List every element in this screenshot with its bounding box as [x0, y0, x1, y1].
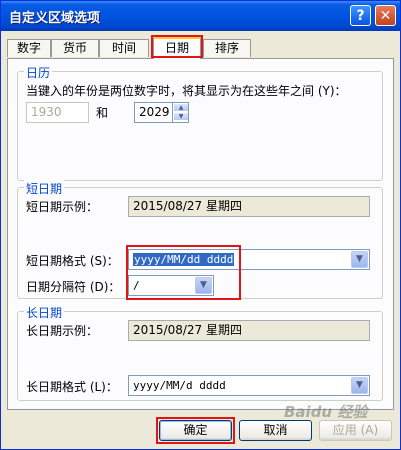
cancel-button[interactable]: 取消: [239, 420, 312, 441]
chevron-down-icon[interactable]: ▼: [351, 377, 368, 394]
close-icon: ✕: [379, 7, 392, 24]
title-bar[interactable]: 自定义区域选项 ? ✕: [1, 1, 400, 31]
close-button[interactable]: ✕: [375, 5, 396, 26]
short-date-sample-field: 2015/08/27 星期四: [128, 196, 370, 217]
date-separator-label: 日期分隔符 (D)：: [26, 280, 121, 294]
calendar-group: 日历 当键入的年份是两位数字时，将其显示为在这些年之间 (Y)： 1930 和 …: [17, 64, 383, 181]
help-icon: ?: [356, 7, 365, 24]
short-date-format-label: 短日期格式 (S)：: [26, 254, 119, 268]
format-highlight-box: [126, 245, 241, 300]
window-title: 自定义区域选项: [9, 11, 101, 26]
year-spin-buttons[interactable]: ▲ ▼: [172, 103, 188, 122]
long-date-sample-field: 2015/08/27 星期四: [128, 320, 370, 341]
from-year-field: 1930: [26, 102, 89, 123]
chevron-down-icon[interactable]: ▼: [351, 251, 368, 268]
tab-panel-date: 日历 当键入的年份是两位数字时，将其显示为在这些年之间 (Y)： 1930 和 …: [7, 58, 394, 410]
short-date-group-title: 短日期: [24, 180, 65, 197]
tab-sort[interactable]: 排序: [203, 39, 251, 57]
dialog-window: 自定义区域选项 ? ✕ 数字 货币 时间 日期 排序 日历 当键入的年份是两位数…: [0, 0, 401, 450]
long-date-group: 长日期 长日期示例： 2015/08/27 星期四 长日期格式 (L)： yyy…: [17, 304, 383, 401]
and-label: 和: [96, 106, 109, 120]
spin-up-icon[interactable]: ▲: [173, 103, 188, 112]
tab-time[interactable]: 时间: [99, 39, 149, 57]
long-date-format-label: 长日期格式 (L)：: [26, 380, 118, 394]
tab-currency[interactable]: 货币: [51, 39, 99, 57]
help-button[interactable]: ?: [350, 5, 371, 26]
long-date-format-value: yyyy/MM/d dddd: [133, 379, 226, 392]
watermark-text: Baidu 经验: [284, 403, 368, 421]
two-digit-year-label: 当键入的年份是两位数字时，将其显示为在这些年之间 (Y)：: [26, 84, 347, 98]
ok-highlight-box: [156, 417, 235, 444]
spin-down-icon[interactable]: ▼: [173, 112, 188, 121]
tab-number[interactable]: 数字: [7, 39, 51, 57]
long-date-sample-label: 长日期示例：: [26, 324, 99, 338]
to-year-spinner[interactable]: 2029 ▲ ▼: [134, 102, 189, 123]
tab-highlight-box: [151, 35, 203, 58]
long-date-format-combobox[interactable]: yyyy/MM/d dddd ▼: [128, 375, 370, 396]
long-date-group-title: 长日期: [24, 304, 65, 321]
short-date-sample-label: 短日期示例：: [26, 200, 99, 214]
apply-button[interactable]: 应用 (A): [319, 420, 392, 441]
calendar-group-title: 日历: [24, 64, 53, 81]
